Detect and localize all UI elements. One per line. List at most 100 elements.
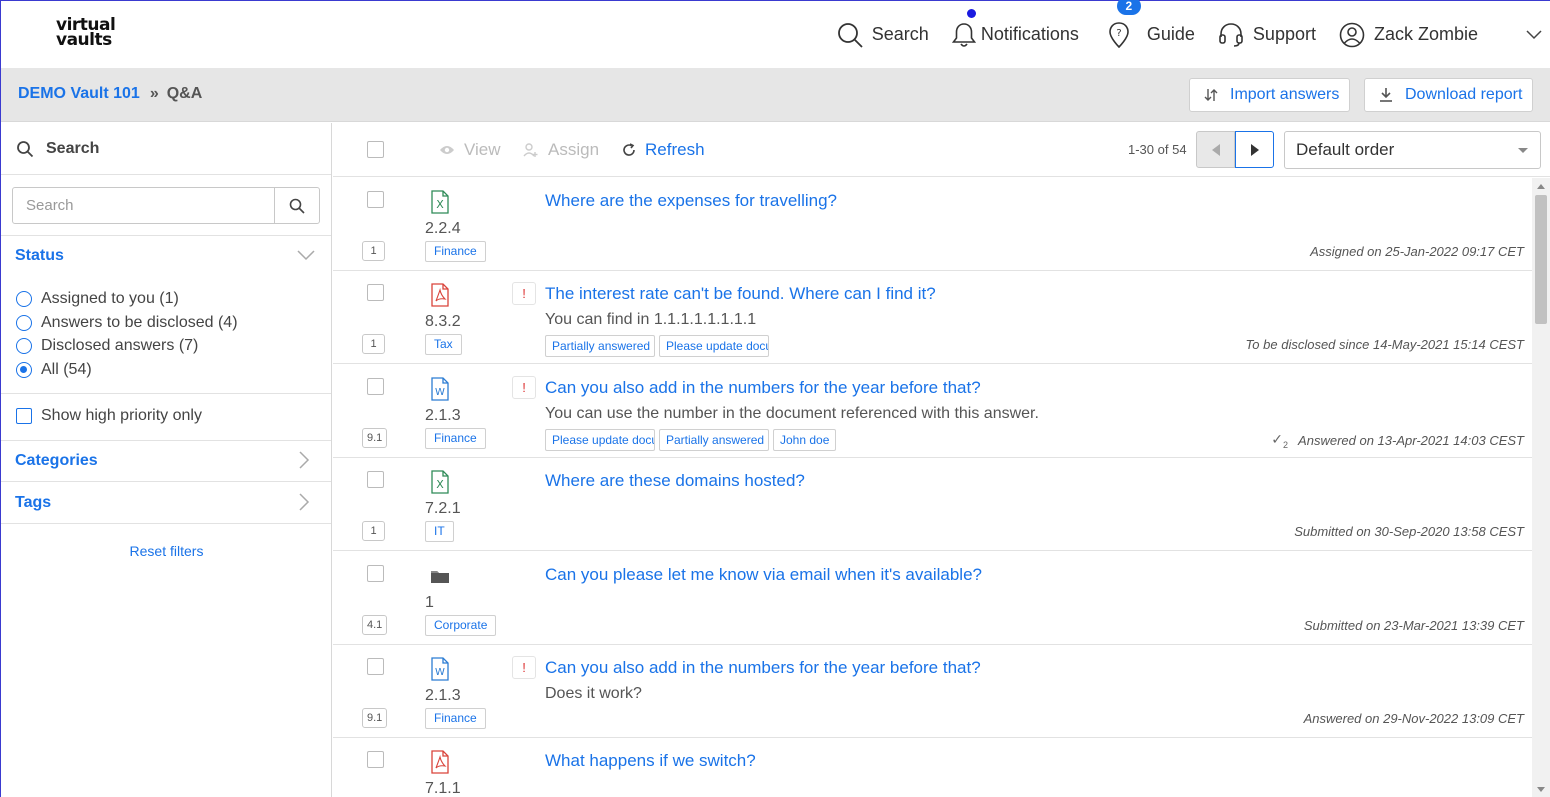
high-priority-checkbox[interactable] — [16, 408, 32, 424]
category-badge[interactable]: IT — [425, 521, 454, 543]
nav-guide[interactable]: 2 ? Guide — [1107, 0, 1195, 49]
question-link[interactable]: Where are the expenses for travelling? — [545, 191, 837, 211]
radio-button[interactable] — [16, 291, 32, 307]
question-link[interactable]: Can you also add in the numbers for the … — [545, 658, 981, 678]
import-icon — [1204, 89, 1218, 101]
reset-filters-link[interactable]: Reset filters — [1, 543, 332, 559]
question-link[interactable]: Can you also add in the numbers for the … — [545, 378, 981, 398]
category-badge[interactable]: Corporate — [425, 614, 497, 636]
question-row[interactable]: W 2.1.3 9.1 Finance! Can you also add in the… — [333, 365, 1532, 458]
tag-badge[interactable]: Please update docu — [545, 428, 655, 451]
nav-user[interactable]: Zack Zombie — [1338, 21, 1550, 49]
folder-icon — [431, 570, 449, 583]
order-select[interactable]: Default order — [1284, 131, 1541, 169]
tag-badge[interactable]: Please update docu — [659, 335, 769, 358]
status-option-to-be-disclosed[interactable]: Answers to be disclosed (4) — [16, 314, 238, 332]
high-priority-filter[interactable]: Show high priority only — [16, 407, 202, 425]
chevron-right-icon[interactable] — [299, 451, 310, 469]
view-button[interactable]: View — [439, 140, 501, 160]
answer-count-badge: 9.1 — [362, 427, 388, 448]
eye-icon — [440, 146, 454, 154]
tag-badge[interactable]: Partially answered — [659, 428, 769, 451]
status-section-title[interactable]: Status — [15, 247, 64, 265]
map-pin-help-icon: ? — [1109, 21, 1129, 48]
chevron-right-icon[interactable] — [299, 493, 310, 511]
next-page-button[interactable] — [1235, 131, 1274, 168]
download-report-button[interactable]: Download report — [1364, 78, 1534, 112]
row-checkbox[interactable] — [367, 284, 384, 302]
question-row[interactable]: X 7.2.1 1 IT Where are these domains hosted?… — [333, 458, 1532, 552]
status-text: ✓2 Answered on 13-Apr-2021 14:03 CEST — [1271, 430, 1524, 450]
high-priority-icon: ! — [512, 375, 536, 399]
triangle-left-icon — [1211, 143, 1220, 156]
tag-badge[interactable]: John doe — [773, 428, 837, 451]
row-checkbox[interactable] — [367, 471, 384, 489]
scroll-down-arrow[interactable] — [1537, 787, 1545, 792]
question-reference: 7.1.1 — [425, 780, 461, 797]
file-type: W — [430, 657, 450, 686]
chevron-down-icon[interactable] — [297, 250, 315, 261]
row-checkbox[interactable] — [367, 564, 384, 582]
question-reference: 1 — [425, 593, 434, 611]
svg-text:W: W — [435, 387, 445, 398]
question-row[interactable]: 7.1.1 What happens if we switch? — [333, 738, 1532, 797]
chevron-down-icon[interactable] — [1526, 29, 1542, 40]
import-answers-button[interactable]: Import answers — [1189, 78, 1351, 112]
sidebar-search-button[interactable] — [274, 188, 319, 223]
category-badge[interactable]: Finance — [425, 708, 486, 729]
radio-button[interactable] — [16, 338, 32, 354]
question-link[interactable]: Can you please let me know via email whe… — [545, 565, 982, 585]
divider — [1, 393, 331, 394]
answer-count-badge: 4.1 — [362, 614, 388, 635]
sidebar-search-input[interactable] — [13, 188, 274, 223]
question-link[interactable]: The interest rate can't be found. Where … — [545, 284, 936, 304]
status-option-all[interactable]: All (54) — [16, 361, 92, 379]
breadcrumb-bar: DEMO Vault 101 » Q&A Import answers Downlo… — [1, 68, 1550, 122]
breadcrumb-vault[interactable]: DEMO Vault 101 — [18, 85, 140, 102]
answer-preview: You can find in 1.1.1.1.1.1.1.1 — [545, 311, 757, 329]
category-badge[interactable]: Finance — [425, 427, 486, 449]
nav-notifications[interactable]: Notifications — [951, 8, 1079, 49]
row-checkbox[interactable] — [367, 751, 384, 769]
refresh-button[interactable]: Refresh — [622, 140, 705, 160]
question-row[interactable]: W 2.1.3 9.1 Finance! Can you also add in the… — [333, 645, 1532, 738]
radio-button[interactable] — [16, 315, 32, 331]
category-badge[interactable]: Finance — [425, 241, 486, 262]
category-badge[interactable]: Tax — [425, 334, 462, 356]
divider — [1, 440, 331, 441]
assign-button[interactable]: Assign — [523, 140, 599, 160]
file-type: X — [430, 190, 450, 219]
status-option-disclosed[interactable]: Disclosed answers (7) — [16, 337, 198, 355]
select-all-checkbox[interactable] — [367, 141, 384, 158]
question-reference: 2.1.3 — [425, 406, 461, 424]
question-row[interactable]: 8.3.2 1 Tax! The interest rate can't be fou… — [333, 271, 1532, 365]
scroll-thumb[interactable] — [1535, 195, 1547, 324]
row-checkbox[interactable] — [367, 377, 384, 395]
question-list: X 2.2.4 1 Finance Where are the expenses for… — [333, 178, 1532, 797]
caret-down-icon — [1518, 148, 1528, 153]
tag-badge[interactable]: Partially answered — [545, 335, 655, 358]
nav-support[interactable]: Support — [1217, 21, 1316, 49]
answer-count-badge: 1 — [362, 241, 385, 261]
tags-section-title[interactable]: Tags — [15, 494, 51, 512]
row-checkbox[interactable] — [367, 191, 384, 208]
question-link[interactable]: Where are these domains hosted? — [545, 471, 805, 491]
categories-section-title[interactable]: Categories — [15, 452, 98, 470]
status-option-assigned[interactable]: Assigned to you (1) — [16, 290, 179, 308]
radio-button-checked[interactable] — [16, 362, 32, 378]
row-checkbox[interactable] — [367, 658, 384, 675]
search-icon — [17, 140, 34, 157]
question-link[interactable]: What happens if we switch? — [545, 751, 756, 771]
scroll-up-arrow[interactable] — [1537, 184, 1545, 189]
divider — [1, 523, 331, 524]
status-text: To be disclosed since 14-May-2021 15:14 … — [1245, 337, 1524, 353]
previous-page-button[interactable] — [1196, 131, 1235, 168]
brand-logo[interactable]: virtual vaults — [56, 17, 116, 49]
status-text: Submitted on 30-Sep-2020 13:58 CEST — [1294, 524, 1524, 540]
status-text: Assigned on 25-Jan-2022 09:17 CET — [1310, 244, 1524, 259]
question-row[interactable]: 1 4.1 Corporate Can you please let me know … — [333, 552, 1532, 645]
sidebar-search-box — [12, 187, 320, 224]
question-row[interactable]: X 2.2.4 1 Finance Where are the expenses for… — [333, 178, 1532, 271]
list-scrollbar[interactable] — [1532, 178, 1550, 797]
nav-search[interactable]: Search — [836, 21, 929, 49]
